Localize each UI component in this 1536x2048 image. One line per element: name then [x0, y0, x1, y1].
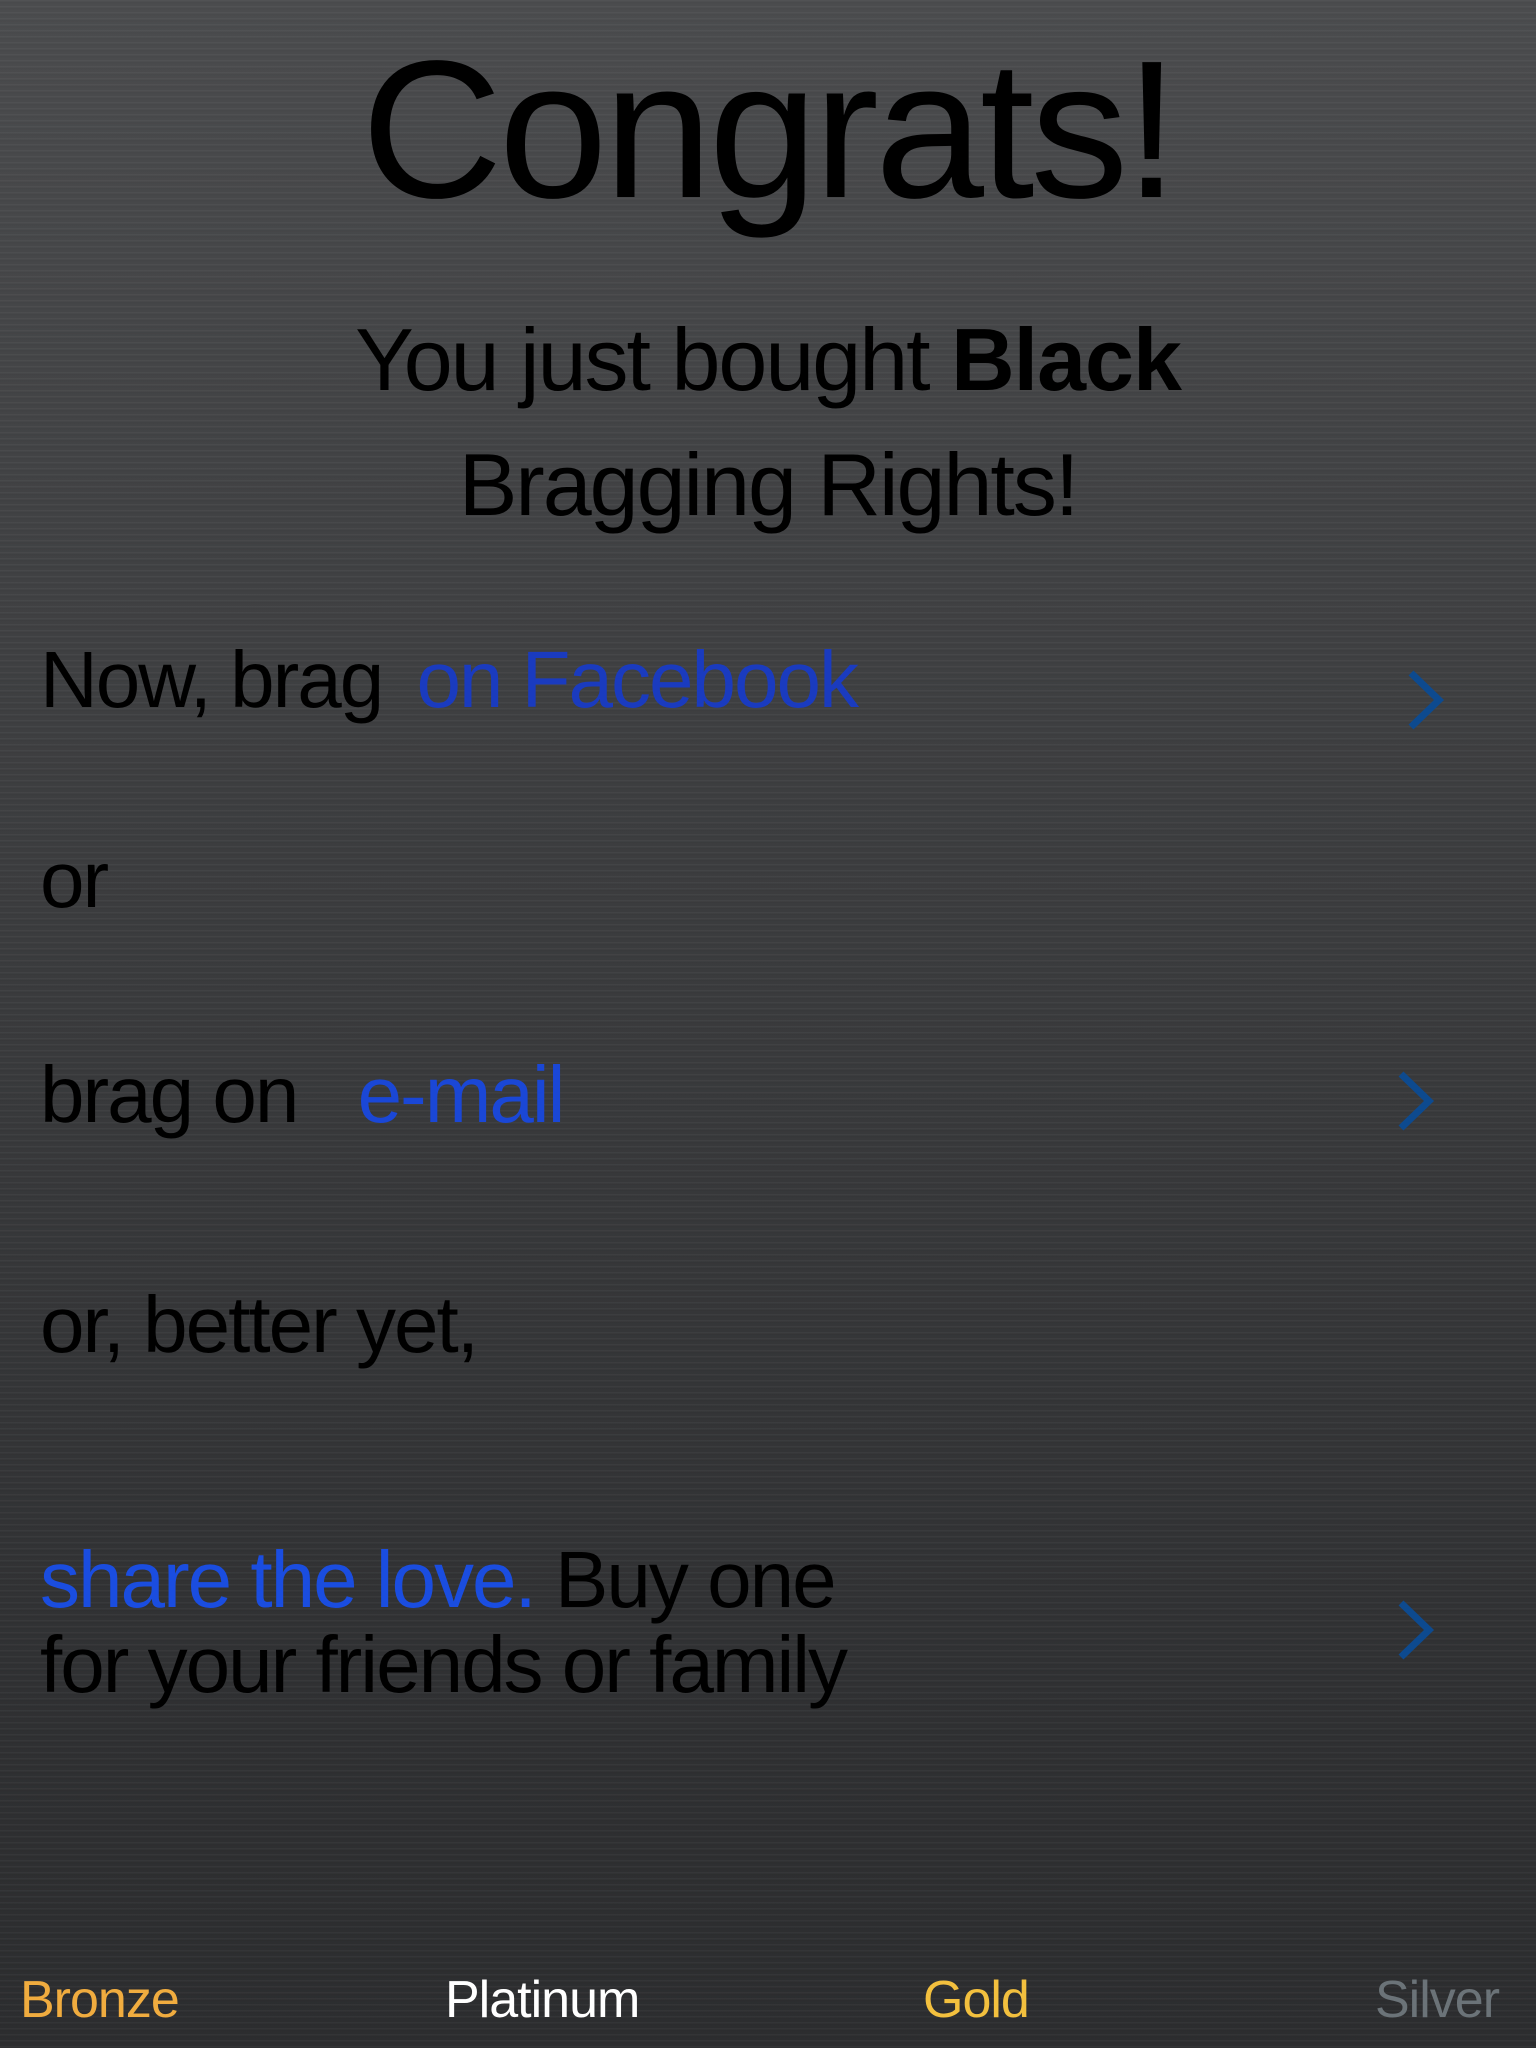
chevron-right-icon[interactable] — [1405, 665, 1445, 735]
brag-email-row[interactable]: brag on e-mail — [40, 1050, 566, 1140]
share-text-1: Buy one — [555, 1535, 837, 1624]
email-prefix: brag on — [40, 1050, 299, 1139]
or-text: or — [40, 835, 109, 924]
better-yet-text: or, better yet, — [40, 1280, 479, 1369]
product-name: Black — [951, 310, 1182, 409]
share-link[interactable]: share the love. — [40, 1535, 537, 1624]
purchase-subtitle: You just bought Black — [0, 310, 1536, 410]
purchase-subtitle-line2: Bragging Rights! — [458, 435, 1080, 534]
chevron-right-icon[interactable] — [1395, 1595, 1435, 1665]
tab-bronze[interactable]: Bronze — [20, 1965, 180, 2035]
chevron-right-icon[interactable] — [1395, 1066, 1435, 1136]
tab-platinum[interactable]: Platinum — [445, 1965, 640, 2035]
subtitle-prefix: You just bought — [355, 310, 930, 409]
brag-facebook-row[interactable]: Now, brag on Facebook — [40, 635, 859, 725]
facebook-link[interactable]: on Facebook — [416, 635, 859, 724]
facebook-prefix: Now, brag — [40, 635, 384, 724]
share-love-row[interactable]: share the love. Buy one — [40, 1535, 837, 1625]
page-title: Congrats! — [361, 20, 1179, 239]
tab-gold[interactable]: Gold — [923, 1965, 1030, 2035]
tier-tab-bar: Bronze Platinum Gold Silver — [0, 1965, 1536, 2035]
email-link[interactable]: e-mail — [358, 1050, 566, 1139]
tab-silver[interactable]: Silver — [1375, 1965, 1500, 2035]
share-text-2: for your friends or family — [40, 1620, 848, 1709]
